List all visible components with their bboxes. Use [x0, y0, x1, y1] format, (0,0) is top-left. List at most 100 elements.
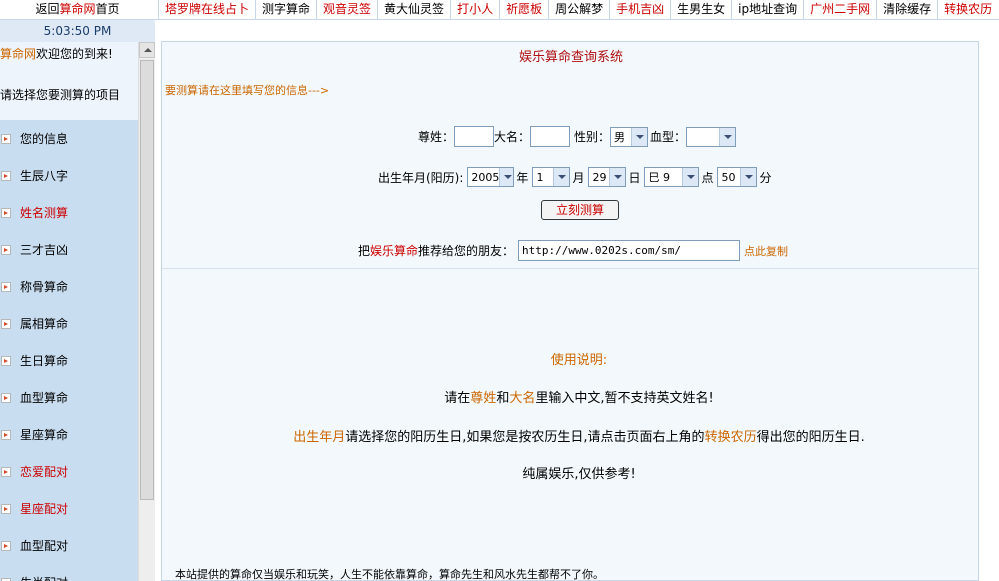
given-name-label: 大名： [494, 130, 531, 144]
day-select[interactable]: 29 [588, 167, 627, 187]
blood-type-select[interactable] [686, 126, 737, 147]
nav-link[interactable]: 清除缓存 [876, 0, 937, 20]
sidebar-menu-item[interactable]: 血型算命 [0, 379, 138, 416]
arrow-bullet-icon [1, 392, 11, 403]
given-name-input[interactable] [530, 126, 571, 147]
copy-link[interactable]: 点此复制 [744, 243, 788, 259]
sidebar-menu-item[interactable]: 属相算命 [0, 305, 138, 342]
sidebar-menu: 您的信息 生辰八字姓名测算三才吉凶称骨算命属相算命生日算命血型算命星座算命 恋爱配对… [0, 120, 138, 581]
sidebar-menu-label: 星座配对 [20, 502, 69, 516]
surname-input[interactable] [454, 126, 495, 147]
sidebar-menu-item[interactable]: 星座算命 [0, 416, 138, 453]
clock: 5:03:50 PM [0, 20, 155, 42]
footer-disclaimer: 本站提供的算命仅当娱乐和玩笑，人生不能依靠算命，算命先生和风水先生都帮不了你。 [175, 568, 604, 581]
home-link-prefix: 返回 [35, 2, 60, 16]
arrow-bullet-icon [1, 540, 11, 551]
year-select[interactable]: 2005 [467, 167, 515, 187]
arrow-bullet-icon [1, 466, 11, 477]
sidebar-menu-item[interactable]: 生日算命 [0, 342, 138, 379]
share-suffix: 推荐给您的朋友： [418, 244, 515, 258]
section-divider [162, 268, 978, 269]
arrow-bullet-icon [1, 170, 11, 181]
nav-link[interactable]: 黄大仙灵签 [377, 0, 450, 20]
day-unit: 日 [628, 170, 641, 185]
arrow-bullet-icon [1, 503, 11, 514]
sidebar-menu-label: 属相算命 [20, 317, 69, 331]
sidebar-menu-item[interactable]: 姓名测算 [0, 194, 138, 231]
scroll-up-arrow-icon[interactable] [139, 42, 155, 58]
usage-2-d: 得出您的阳历生日. [756, 430, 865, 445]
chevron-down-icon [740, 168, 757, 186]
form-prompt: 要测算请在这里填写您的信息---> [165, 84, 330, 97]
year-select-value: 2005 [471, 170, 500, 184]
arrow-bullet-icon [1, 281, 11, 292]
arrow-bullet-icon [1, 207, 11, 218]
sidebar-menu-item[interactable]: 恋爱配对 [0, 453, 138, 490]
hour-select[interactable]: 巳 9 [644, 167, 700, 187]
usage-1-c: 和 [496, 391, 510, 406]
usage-line-1: 请在尊姓和大名里输入中文,暂不支持英文姓名! [162, 387, 996, 406]
gender-select[interactable]: 男 [610, 126, 649, 147]
sidebar-menu-label: 三才吉凶 [20, 243, 69, 257]
arrow-bullet-icon [1, 133, 11, 144]
nav-link[interactable]: 测字算命 [255, 0, 316, 20]
nav-link[interactable]: 手机吉凶 [609, 0, 670, 20]
sidebar-menu-label: 生肖配对 [20, 574, 68, 581]
sidebar-menu-item[interactable]: 生肖配对 [0, 564, 138, 581]
choose-project-text: 请选择您要测算的项目 [0, 72, 138, 120]
scrollbar-thumb[interactable] [140, 60, 154, 500]
home-link-brand: 算命网 [59, 2, 96, 16]
minute-select[interactable]: 50 [717, 167, 758, 187]
arrow-bullet-icon [1, 429, 11, 440]
month-unit: 月 [572, 170, 585, 185]
nav-link[interactable]: 生男生女 [670, 0, 731, 20]
calculate-button[interactable]: 立刻测算 [541, 200, 619, 220]
sidebar-menu-item[interactable]: 血型配对 [0, 527, 138, 564]
welcome-message: 算命网欢迎您的到来! [0, 42, 138, 72]
sidebar-menu-label: 姓名测算 [20, 206, 69, 220]
day-select-value: 29 [592, 170, 607, 184]
nav-link[interactable]: 祈愿板 [499, 0, 548, 20]
usage-line-3: 纯属娱乐,仅供参考! [522, 467, 636, 482]
home-link[interactable]: 返回算命网首页 [0, 0, 155, 20]
share-prefix: 把 [358, 244, 371, 258]
sidebar-scrollbar[interactable] [138, 42, 155, 581]
usage-title: 使用说明: [550, 353, 608, 368]
nav-link[interactable]: 广州二手网 [803, 0, 876, 20]
sidebar: 5:03:50 PM 算命网欢迎您的到来! 请选择您要测算的项目 您的信息 生辰八… [0, 20, 155, 581]
share-url-input[interactable]: http://www.0202s.com/sm/ [518, 240, 741, 261]
usage-1-name: 大名 [509, 391, 536, 406]
usage-2-convert: 转换农历 [704, 430, 757, 445]
year-unit: 年 [516, 170, 529, 185]
sidebar-menu-label: 血型算命 [20, 391, 69, 405]
home-link-suffix: 首页 [95, 2, 120, 16]
sidebar-menu-label: 血型配对 [20, 539, 69, 553]
main-panel: 娱乐算命查询系统 要测算请在这里填写您的信息---> 尊姓： 大名： 性别： 男… [161, 41, 979, 581]
blood-type-label: 血型： [650, 130, 687, 144]
page-title: 娱乐算命查询系统 [518, 50, 623, 65]
month-select[interactable]: 1 [532, 167, 571, 187]
sidebar-menu-item[interactable]: 星座配对 [0, 490, 138, 527]
gender-label: 性别： [574, 130, 611, 144]
month-select-value: 1 [536, 170, 544, 184]
sidebar-menu-item[interactable]: 生辰八字 [0, 157, 138, 194]
nav-link[interactable]: 转换农历 [937, 0, 998, 20]
usage-2-birth: 出生年月 [293, 430, 346, 445]
nav-link[interactable]: 周公解梦 [548, 0, 609, 20]
nav-link[interactable]: 观音灵签 [316, 0, 377, 20]
sidebar-menu-item[interactable]: 三才吉凶 [0, 231, 138, 268]
usage-1-e: 里输入中文,暂不支持英文姓名! [535, 391, 714, 406]
submit-row: 立刻测算 [541, 200, 619, 220]
nav-link[interactable]: 打小人 [450, 0, 499, 20]
sidebar-menu-item[interactable]: 称骨算命 [0, 268, 138, 305]
nav-link[interactable]: 塔罗牌在线占卜 [158, 0, 255, 20]
welcome-brand: 算命网 [0, 47, 37, 61]
birth-date-label: 出生年月(阳历): [378, 170, 464, 185]
nav-link[interactable]: ip地址查询 [731, 0, 803, 20]
name-row: 尊姓： 大名： 性别： 男 血型： [418, 126, 737, 147]
sidebar-panel: 算命网欢迎您的到来! 请选择您要测算的项目 您的信息 生辰八字姓名测算三才吉凶称骨… [0, 42, 138, 581]
minute-select-value: 50 [721, 170, 736, 184]
chevron-down-icon [631, 127, 648, 146]
surname-label: 尊姓： [418, 130, 455, 144]
sidebar-menu-item[interactable]: 您的信息 [0, 120, 138, 157]
